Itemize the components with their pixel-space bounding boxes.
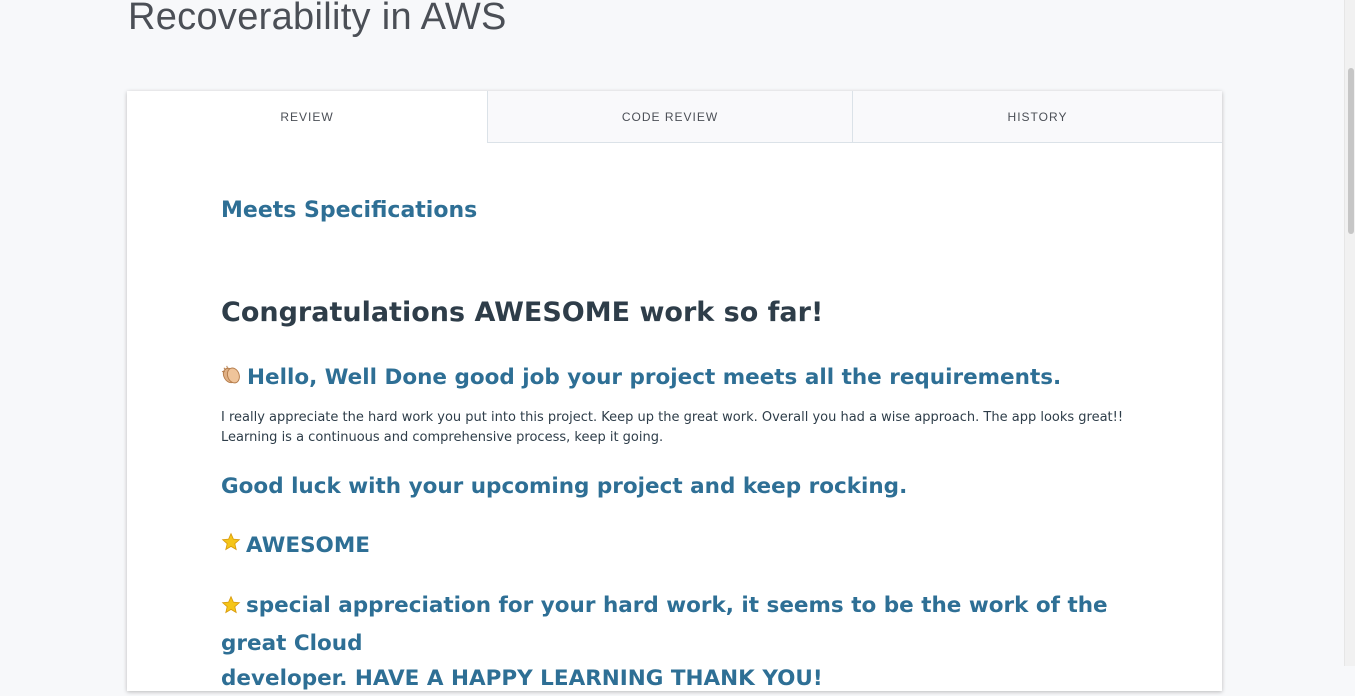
scrollbar-thumb[interactable]	[1348, 68, 1354, 234]
special-line-2: developer. HAVE A HAPPY LEARNING THANK Y…	[221, 666, 823, 691]
good-luck-heading: Good luck with your upcoming project and…	[221, 474, 908, 499]
review-status: Meets Specifications	[221, 198, 478, 223]
tab-history[interactable]: HISTORY	[853, 91, 1222, 143]
tab-review[interactable]: REVIEW	[127, 91, 488, 143]
star-icon	[221, 532, 241, 558]
hello-text: Hello, Well Done good job your project m…	[247, 365, 1062, 390]
hello-heading: Hello, Well Done good job your project m…	[221, 364, 1061, 391]
awesome-text: AWESOME	[246, 532, 370, 558]
page-scrollbar[interactable]	[1344, 0, 1355, 666]
special-line-1: special appreciation for your hard work,…	[221, 593, 1108, 656]
review-card: REVIEW CODE REVIEW HISTORY Meets Specifi…	[127, 91, 1222, 691]
tab-bar: REVIEW CODE REVIEW HISTORY	[127, 91, 1222, 143]
star-icon	[221, 591, 241, 626]
awesome-heading: AWESOME	[221, 532, 370, 558]
page-title: Recoverability in AWS	[128, 0, 507, 38]
paragraph-line-2: Learning is a continuous and comprehensi…	[221, 430, 664, 445]
review-paragraph: I really appreciate the hard work you pu…	[221, 408, 1131, 448]
clapping-hands-icon	[221, 364, 242, 391]
special-appreciation-heading: special appreciation for your hard work,…	[221, 588, 1141, 696]
review-headline: Congratulations AWESOME work so far!	[221, 297, 824, 328]
paragraph-line-1: I really appreciate the hard work you pu…	[221, 410, 1124, 425]
tab-code-review[interactable]: CODE REVIEW	[488, 91, 853, 143]
